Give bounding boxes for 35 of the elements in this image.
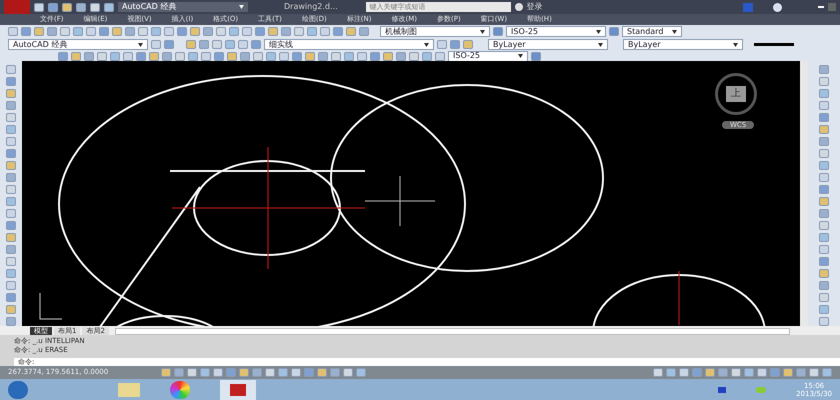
tray-icon[interactable]: [718, 386, 726, 392]
caret-icon: [672, 30, 677, 34]
dim-style-dropdown[interactable]: ISO-25: [448, 50, 528, 62]
caret-icon: [518, 54, 523, 58]
scroll-bar[interactable]: [800, 61, 808, 326]
dim-style-dropdown[interactable]: ISO-25: [506, 26, 606, 37]
caret-icon: [239, 5, 244, 9]
minimize-icon[interactable]: [818, 6, 824, 8]
linetype-dropdown[interactable]: ByLayer: [623, 39, 743, 50]
caret-icon: [480, 30, 485, 34]
caret-icon: [424, 42, 429, 46]
start-button[interactable]: [8, 380, 28, 398]
folder-icon[interactable]: [118, 382, 140, 396]
user-icon[interactable]: [514, 3, 523, 11]
layer-dropdown[interactable]: 细实线: [264, 39, 434, 50]
ucs-icon: [40, 292, 62, 320]
lineweight-icon[interactable]: [754, 43, 794, 46]
login-link[interactable]: 登录: [526, 1, 543, 13]
viewcube[interactable]: 上: [715, 73, 757, 115]
autocad-taskbar-icon[interactable]: [220, 380, 256, 400]
horizontal-scroll-bar[interactable]: [114, 328, 790, 335]
caret-icon: [733, 42, 738, 46]
viewcube-face[interactable]: 上: [726, 86, 746, 102]
color-dropdown[interactable]: ByLayer: [488, 39, 608, 50]
centerline: [678, 270, 680, 326]
caret-icon: [596, 30, 601, 34]
text-style-dropdown[interactable]: 机械制图: [380, 26, 490, 37]
table-style-dropdown[interactable]: Standard: [622, 26, 682, 37]
workspace-dropdown[interactable]: AutoCAD 经典: [118, 2, 248, 12]
workspace-dropdown[interactable]: AutoCAD 经典: [8, 39, 148, 50]
caret-icon: [598, 42, 603, 46]
crosshair-cursor: [364, 176, 436, 226]
window-title: Drawing2.d...: [284, 1, 338, 13]
color-wheel-icon[interactable]: [170, 380, 190, 398]
caret-icon: [138, 42, 143, 46]
